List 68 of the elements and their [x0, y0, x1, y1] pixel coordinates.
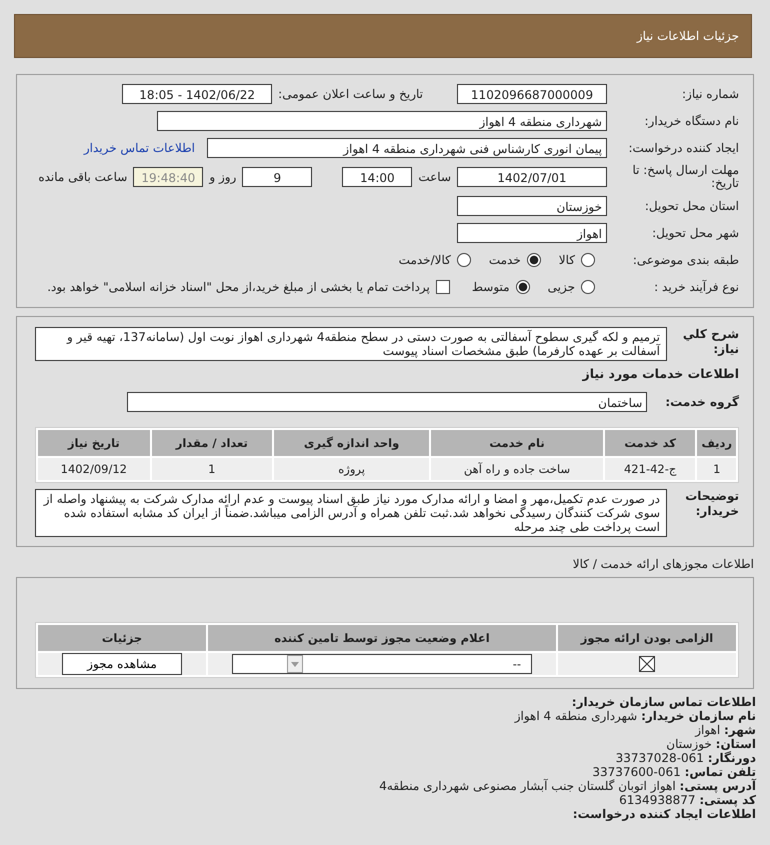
city-field: اهواز [457, 223, 607, 243]
contact-line: استان: خوزستان [666, 737, 756, 751]
column-header: جزئیات [38, 625, 206, 651]
contact-line: شهر: اهواز [695, 723, 756, 737]
table-cell: 1 [697, 458, 736, 480]
radio-button[interactable] [581, 280, 595, 294]
column-header: تاریخ نیاز [38, 430, 150, 456]
remaining-time-field: 19:48:40 [133, 167, 204, 187]
summary-field: ترمیم و لکه گیری سطوح آسفالتی به صورت دستی در سطح منطقه4 شهرداری اهواز نوبت اول (سامانه137، تهیه قیر و آسفالت بر عهده کارفرما) طبق مشخصات اسناد پیوست [35, 327, 667, 361]
field-label: روز و [209, 170, 236, 184]
page-header: جزئیات اطلاعات نیاز [14, 14, 752, 58]
deadline-time-field: 14:00 [342, 167, 412, 187]
contact-heading: اطلاعات ایجاد کننده درخواست: [572, 807, 756, 821]
status-dropdown[interactable]: -- [232, 654, 532, 674]
field-label: مهلت ارسال پاسخ: تا تاریخ: [631, 164, 739, 190]
province-field: خوزستان [457, 196, 607, 216]
field-label: شماره نیاز: [681, 88, 739, 100]
announce-date-field: 1402/06/22 - 18:05 [122, 84, 272, 104]
radio-label: کالا/خدمت [398, 253, 451, 267]
table-cell: ج-42-421 [604, 458, 696, 480]
field-label: گروه خدمت: [665, 394, 739, 410]
crossed-box-icon [639, 656, 655, 672]
section-heading: اطلاعات مجوزهای ارائه خدمت / کالا [572, 557, 754, 571]
section-heading: اطلاعات خدمات مورد نیاز [581, 366, 739, 381]
radio-label: خدمت [488, 253, 521, 267]
contact-line: آدرس پستی: اهواز اتوبان گلستان جنب آبشار مصنوعی شهرداری منطقه4 [379, 779, 756, 793]
need-number-field: 1102096687000009 [457, 84, 607, 104]
field-label: تاریخ و ساعت اعلان عمومی: [278, 87, 423, 101]
column-header: اعلام وضعیت مجوز توسط تامین کننده [208, 625, 556, 651]
creator-field: پیمان انوری کارشناس فنی شهرداری منطقه 4 اهواز [207, 138, 607, 158]
radio-button[interactable] [456, 253, 471, 267]
radio-button[interactable] [581, 253, 595, 267]
days-field: 9 [242, 167, 312, 187]
table-cell: ساخت جاده و راه آهن [431, 458, 603, 480]
column-header: تعداد / مقدار [152, 430, 272, 456]
field-label: طبقه بندی موضوعی: [632, 254, 739, 266]
radio-label: کالا [558, 253, 575, 267]
field-label: نوع فرآیند خرید : [653, 280, 739, 294]
column-header: ردیف [697, 430, 736, 456]
field-label: شهر محل تحویل: [651, 226, 739, 240]
column-header: واحد اندازه گیری [274, 430, 430, 456]
view-license-button[interactable]: مشاهده مجوز [62, 653, 182, 675]
checkbox[interactable] [436, 280, 450, 294]
buyer-contact-link[interactable]: اطلاعات تماس خریدار [84, 141, 195, 155]
column-header: کد خدمت [604, 430, 696, 456]
field-label: توضیحات خریدار: [684, 489, 739, 519]
field-label: شرح کلي نیاز: [682, 327, 739, 357]
column-header: نام خدمت [431, 430, 603, 456]
checkbox-label: پرداخت تمام یا بخشی از مبلغ خرید،از محل "اسناد خزانه اسلامی" خواهد بود. [47, 280, 430, 294]
field-label: نام دستگاه خریدار: [644, 114, 739, 128]
table-cell: پروژه [274, 458, 430, 480]
field-label: ایجاد کننده درخواست: [627, 142, 739, 154]
radio-label: متوسط [472, 280, 510, 294]
buyer-notes-field: در صورت عدم تکمیل،مهر و امضا و ارائه مدارک مورد نیاز طبق اسناد پیوست و عدم ارائه مدارک شرکت به پیشنهاد واصله از سوی شرکت کنندگان رسیدگی نخواهد شد.ثبت تلفن همراه و آدرس الزامی میباشد.ضمناً از ایران کد مشابه استفاده شده است پرداخت طی چند مرحله [35, 489, 667, 537]
deadline-date-field: 1402/07/01 [457, 167, 607, 187]
field-label: ساعت [418, 170, 451, 184]
field-label: استان محل تحویل: [644, 200, 739, 212]
radio-label: جزیی [548, 280, 575, 294]
radio-button[interactable] [516, 280, 530, 294]
contact-line: نام سازمان خریدار: شهرداری منطقه 4 اهواز [514, 709, 756, 723]
column-header: الزامی بودن ارائه مجوز [558, 625, 736, 651]
buyer-org-field: شهرداری منطقه 4 اهواز [157, 111, 607, 131]
contact-heading: اطلاعات تماس سازمان خریدار: [570, 695, 756, 709]
radio-button[interactable] [526, 253, 541, 267]
field-label: ساعت باقی مانده [38, 170, 128, 184]
table-cell: 1402/09/12 [38, 458, 150, 480]
service-group-field: ساختمان [127, 392, 648, 412]
table-cell: 1 [152, 458, 272, 480]
